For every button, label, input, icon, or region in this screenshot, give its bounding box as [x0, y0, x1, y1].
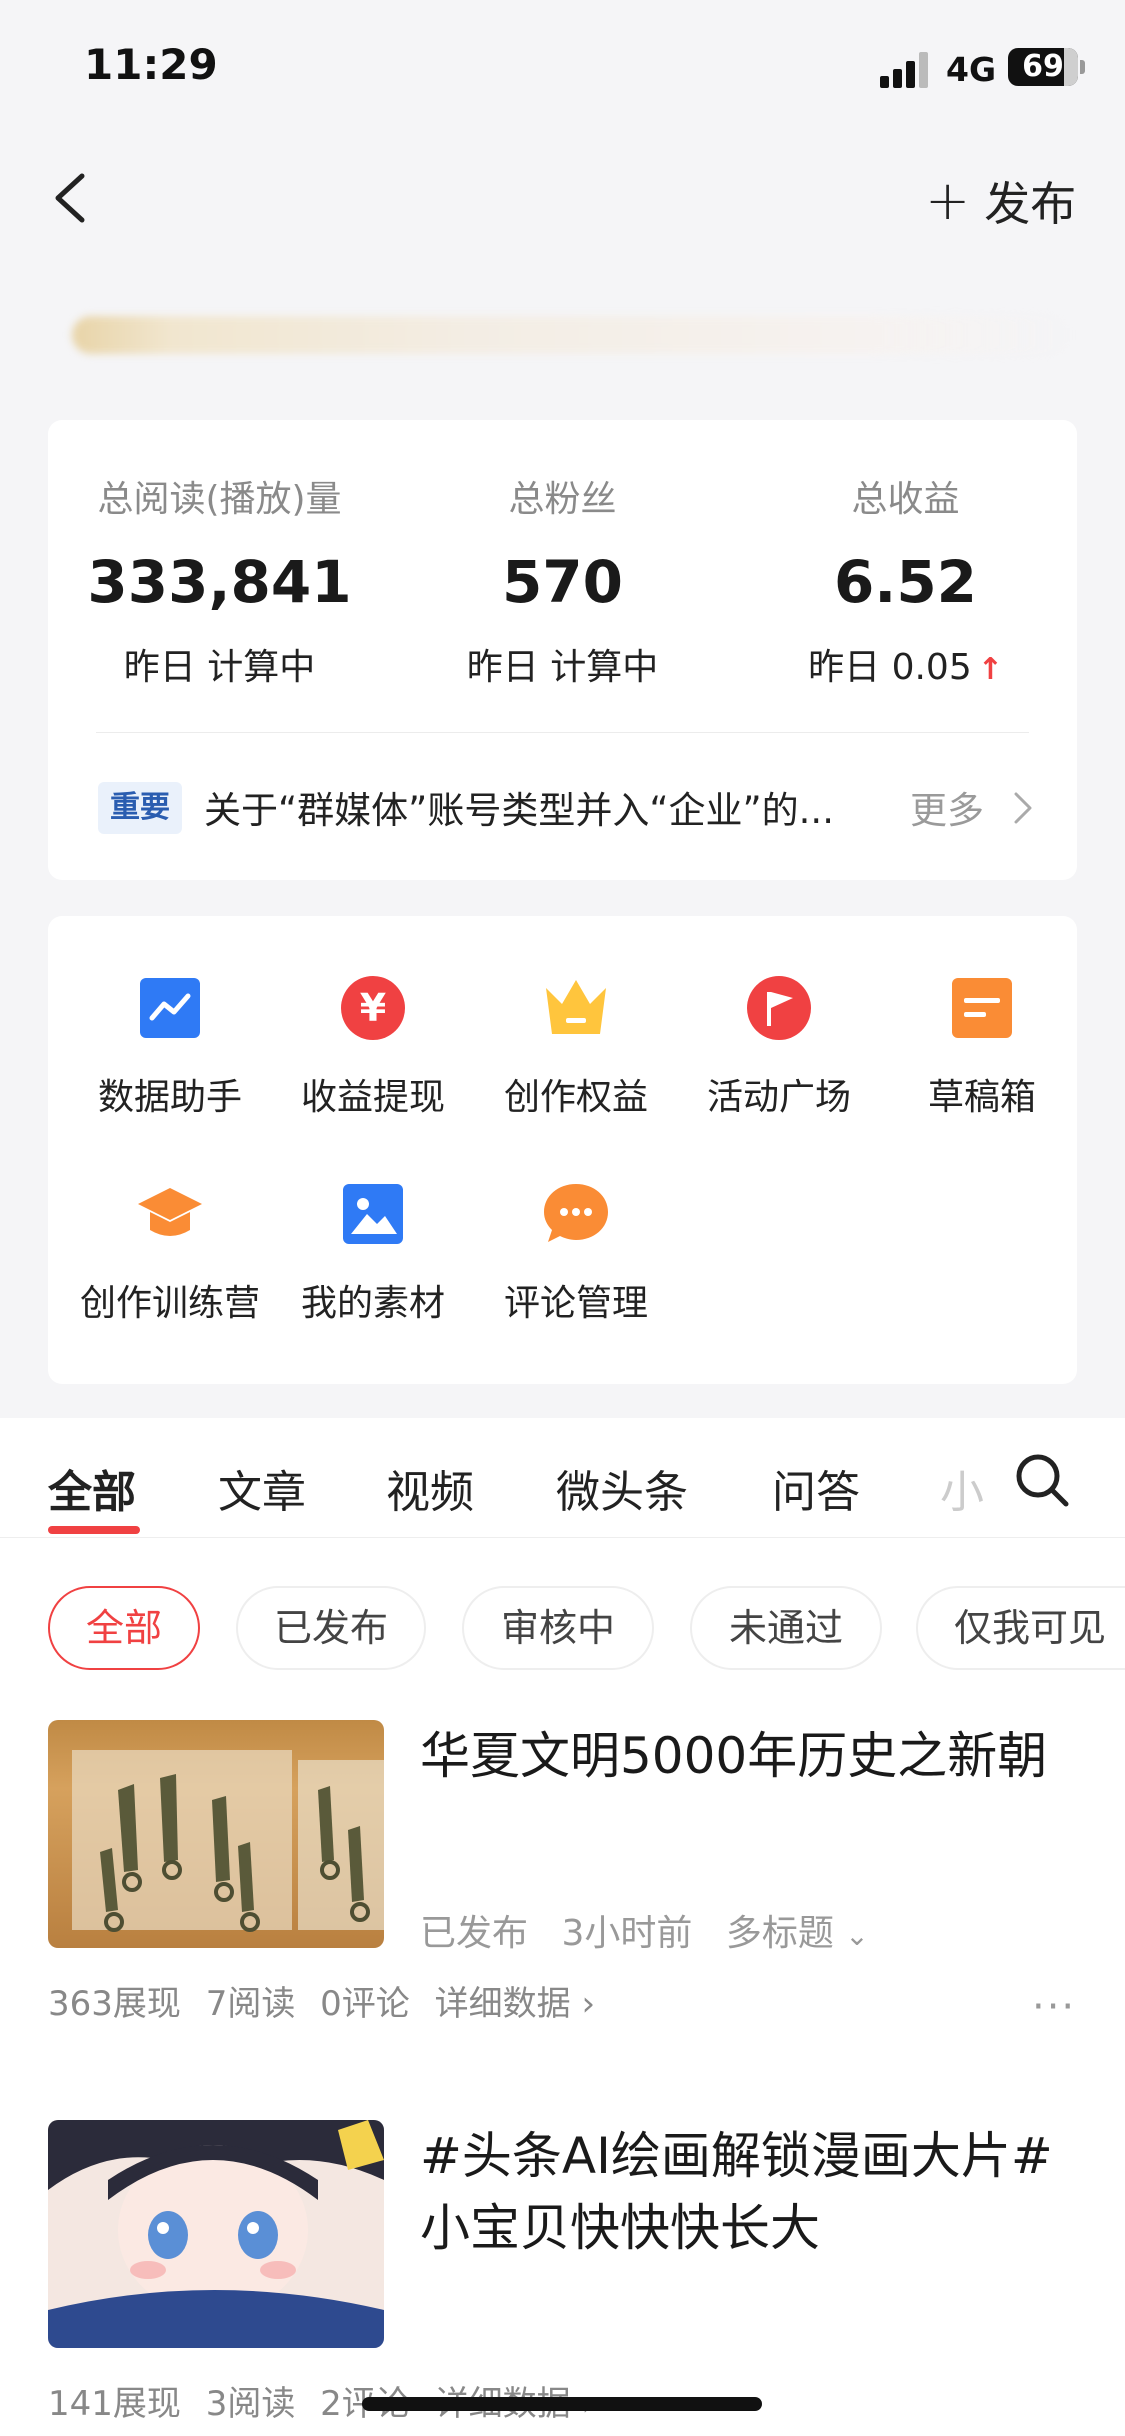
article-title-line: 小宝贝快快快长大 — [420, 2199, 820, 2257]
tool-label: 收益提现 — [300, 1077, 445, 1118]
article-thumbnail[interactable] — [48, 2120, 384, 2348]
views-count: 363展现 — [48, 1984, 181, 2024]
detail-data-label: 详细数据 — [434, 1984, 571, 2024]
tool-label: 数据助手 — [97, 1077, 242, 1118]
stat-sub: 昨日 计算中 — [123, 647, 316, 688]
filter-chip-private[interactable]: 仅我可见 — [916, 1586, 1125, 1670]
stat-label: 总收益 — [851, 479, 960, 520]
filter-chip-all[interactable]: 全部 — [48, 1586, 200, 1670]
blurred-banner — [72, 316, 1072, 354]
battery-nub — [1080, 60, 1085, 74]
tab-micro-posts[interactable]: 微头条 — [556, 1456, 688, 1520]
status-time: 11:29 — [84, 40, 218, 89]
stat-value: 570 — [501, 548, 624, 616]
comments-count: 0评论 — [320, 1984, 410, 2024]
battery-icon: 69 — [1008, 48, 1078, 86]
stats-card: 总阅读(播放)量 333,841 昨日 计算中 总粉丝 570 昨日 计算中 总… — [48, 420, 1077, 880]
stat-value: 333,841 — [87, 548, 352, 616]
yuan-icon: ¥ — [341, 976, 405, 1040]
publish-label: 发布 — [984, 177, 1077, 231]
reads-count: 3阅读 — [205, 2384, 296, 2424]
tool-label: 创作权益 — [503, 1077, 648, 1118]
tools-card: 数据助手 ¥ 收益提现 创作权益 活动广场 草稿箱 创作训练营 我的素材 评论管… — [48, 916, 1077, 1384]
draft-icon — [952, 978, 1012, 1038]
stat-label: 总阅读(播放)量 — [97, 479, 342, 520]
tab-all[interactable]: 全部 — [48, 1456, 136, 1520]
tab-qa[interactable]: 问答 — [772, 1456, 860, 1520]
notice-more-link[interactable]: 更多 — [910, 780, 984, 834]
notice-text[interactable]: 关于“群媒体”账号类型并入“企业”的... — [204, 780, 904, 834]
search-icon[interactable] — [1012, 1450, 1072, 1510]
more-options-icon[interactable]: ··· — [1032, 1984, 1076, 2030]
article-status: 已发布 — [420, 1913, 529, 1954]
tool-label: 我的素材 — [300, 1283, 445, 1324]
chevron-right-icon — [1014, 792, 1032, 824]
stat-value: 6.52 — [833, 548, 978, 616]
detail-data-link[interactable]: 详细数据 › — [435, 1984, 595, 2024]
home-indicator — [362, 2397, 762, 2411]
crown-icon — [546, 980, 606, 1034]
comment-icon — [544, 1184, 608, 1242]
tab-overflow[interactable]: 小 — [940, 1456, 984, 1520]
reads-count: 7阅读 — [205, 1984, 296, 2024]
stat-sub: 昨日 0.05 ↑ — [734, 638, 1077, 690]
tool-label: 评论管理 — [503, 1283, 648, 1324]
article-meta: 已发布 3小时前 多标题 ⌄ — [420, 1904, 869, 1956]
article-title[interactable]: #头条AI绘画解锁漫画大片# 小宝贝快快快长大 — [420, 2120, 1100, 2264]
article-title[interactable]: 华夏文明5000年历史之新朝 — [420, 1720, 1100, 1792]
chevron-right-icon: › — [581, 1984, 596, 2024]
views-count: 141展现 — [48, 2384, 181, 2424]
article-thumbnail[interactable] — [48, 1720, 384, 1948]
stat-sub: 昨日 计算中 — [466, 647, 659, 688]
stat-label: 总粉丝 — [508, 479, 617, 520]
image-icon — [343, 1184, 403, 1244]
flag-icon — [747, 976, 811, 1040]
active-tab-indicator — [48, 1526, 140, 1534]
tool-label: 草稿箱 — [927, 1077, 1036, 1118]
notice-tag: 重要 — [98, 782, 182, 834]
publish-button[interactable]: + 发布 — [925, 168, 1076, 234]
tab-articles[interactable]: 文章 — [218, 1456, 306, 1520]
plus-icon: + — [925, 169, 971, 232]
tab-videos[interactable]: 视频 — [386, 1456, 474, 1520]
tool-label: 创作训练营 — [79, 1283, 260, 1324]
filter-chip-published[interactable]: 已发布 — [236, 1586, 426, 1670]
cellular-signal-icon — [880, 52, 930, 88]
arrow-up-icon: ↑ — [977, 652, 1003, 687]
filter-chip-reviewing[interactable]: 审核中 — [462, 1586, 654, 1670]
chart-icon — [140, 978, 200, 1038]
divider — [96, 732, 1029, 733]
anime-girl-image — [48, 2120, 384, 2348]
network-type: 4G — [946, 50, 997, 89]
graduation-cap-icon — [138, 1188, 202, 1236]
battery-level: 69 — [1022, 49, 1064, 84]
article-time: 3小时前 — [561, 1913, 693, 1954]
bronze-coins-image — [72, 1750, 384, 1932]
filter-chip-rejected[interactable]: 未通过 — [690, 1586, 882, 1670]
multi-title-label: 多标题 — [725, 1913, 834, 1954]
chevron-down-icon: ⌄ — [845, 1919, 869, 1952]
back-button[interactable] — [44, 168, 104, 228]
article-stats: 363展现 7阅读 0评论 详细数据 › — [48, 1976, 595, 2025]
multi-title-toggle[interactable]: 多标题 ⌄ — [726, 1913, 869, 1954]
chevron-left-icon — [55, 173, 85, 223]
article-title-line: #头条AI绘画解锁漫画大片# — [420, 2127, 1053, 2185]
tool-label: 活动广场 — [706, 1077, 851, 1118]
stat-sub-text: 昨日 0.05 — [808, 647, 972, 688]
svg-text:¥: ¥ — [360, 986, 386, 1030]
